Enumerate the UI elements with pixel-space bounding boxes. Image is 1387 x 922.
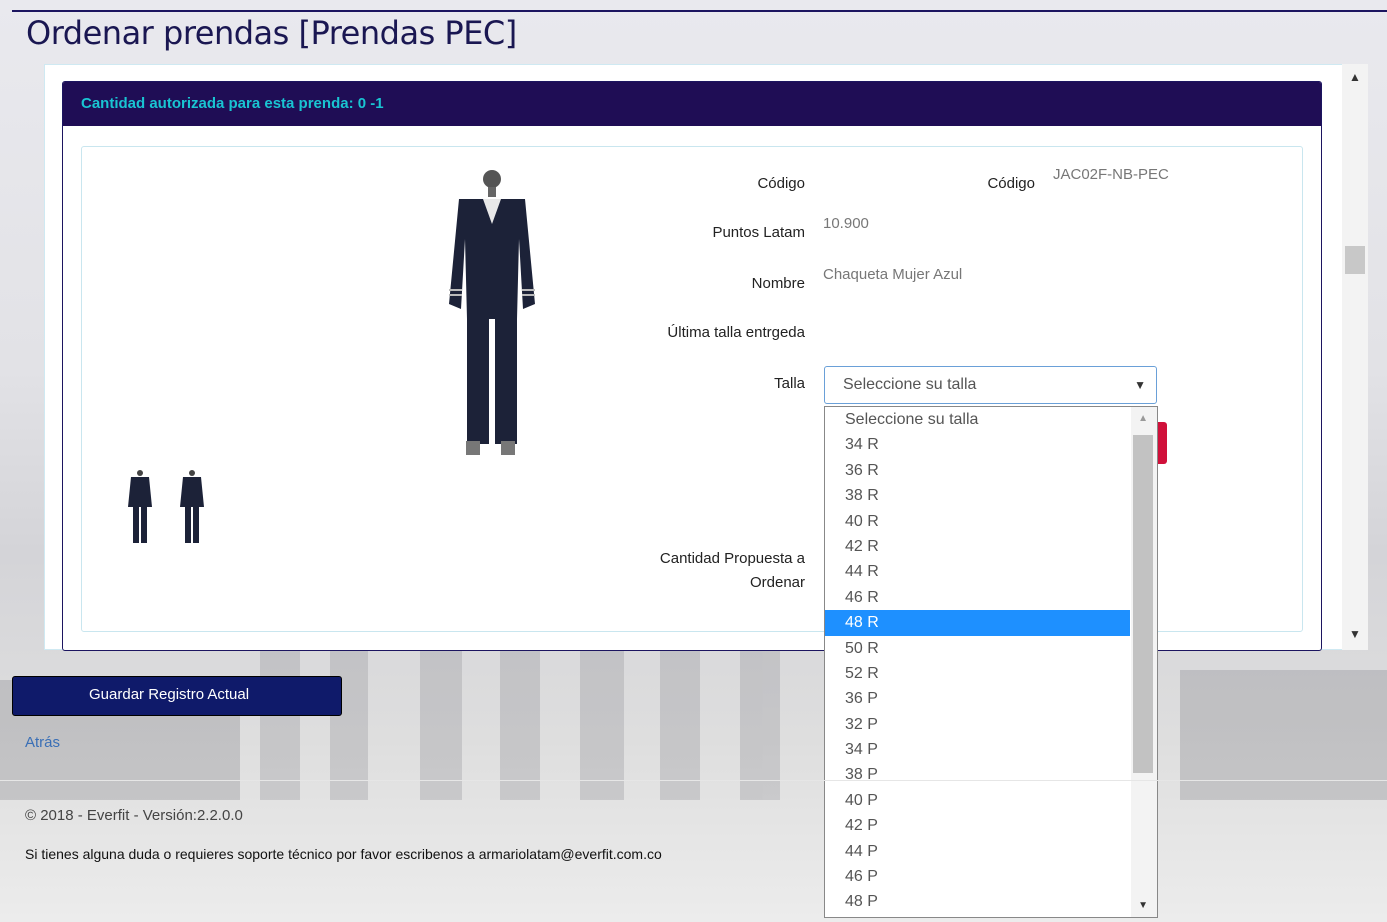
talla-option[interactable]: 34 P — [825, 737, 1130, 762]
talla-option[interactable]: 34 R — [825, 432, 1130, 457]
scroll-down-arrow-icon[interactable]: ▼ — [1349, 627, 1361, 641]
talla-option[interactable]: 32 P — [825, 712, 1130, 737]
authorized-quantity-header: Cantidad autorizada para esta prenda: 0 … — [63, 82, 1321, 126]
talla-option[interactable]: Seleccione su talla — [825, 407, 1130, 432]
talla-option[interactable]: 36 P — [825, 686, 1130, 711]
nombre-value: Chaqueta Mujer Azul — [823, 266, 963, 283]
talla-option[interactable]: 48 P — [825, 889, 1130, 914]
support-text: Si tienes alguna duda o requieres soport… — [25, 846, 662, 862]
talla-option[interactable]: 36 R — [825, 458, 1130, 483]
talla-dropdown-list[interactable]: Seleccione su talla 34 R 36 R 38 R 40 R 42 R4… — [824, 406, 1158, 918]
save-record-button[interactable]: Guardar Registro Actual — [12, 676, 342, 716]
talla-option[interactable]: 52 R — [825, 661, 1130, 686]
ultima-talla-label: Última talla entrgeda — [667, 324, 805, 341]
puntos-latam-label: Puntos Latam — [712, 224, 805, 241]
talla-option[interactable]: 42 R — [825, 534, 1130, 559]
back-link[interactable]: Atrás — [25, 734, 60, 751]
dropdown-scroll-down-icon[interactable]: ▼ — [1138, 900, 1148, 911]
top-rule — [12, 10, 1387, 12]
product-thumbnail-2[interactable] — [178, 469, 206, 547]
codigo-value: JAC02F-NB-PEC — [1053, 166, 1169, 183]
product-thumbnail-1[interactable] — [126, 469, 154, 547]
talla-option[interactable]: 40 R — [825, 509, 1130, 534]
talla-option[interactable]: 42 P — [825, 813, 1130, 838]
copyright-text: © 2018 - Everfit - Versión:2.2.0.0 — [25, 807, 243, 824]
scroll-up-arrow-icon[interactable]: ▲ — [1349, 70, 1361, 84]
puntos-latam-value: 10.900 — [823, 215, 869, 232]
talla-option[interactable]: 38 R — [825, 483, 1130, 508]
codigo-label-secondary: Código — [987, 175, 1035, 192]
dropdown-scroll-up-icon[interactable]: ▲ — [1138, 413, 1148, 424]
talla-option[interactable]: 44 R — [825, 559, 1130, 584]
talla-option[interactable]: 48 R — [825, 610, 1130, 636]
page-title: Ordenar prendas [Prendas PEC] — [26, 14, 517, 52]
product-main-image — [449, 170, 535, 455]
talla-option[interactable]: 50 R — [825, 636, 1130, 661]
talla-option[interactable]: 40 P — [825, 788, 1130, 813]
talla-select-value: Seleccione su talla — [843, 376, 977, 393]
panel-scroll-thumb[interactable] — [1345, 246, 1365, 274]
talla-option[interactable]: 46 P — [825, 864, 1130, 889]
talla-option[interactable]: 44 P — [825, 839, 1130, 864]
talla-select[interactable]: Seleccione su talla ▼ — [824, 366, 1157, 404]
dropdown-scroll-thumb[interactable] — [1133, 435, 1153, 773]
cantidad-propuesta-label: Cantidad Propuesta a — [659, 550, 805, 567]
nombre-label: Nombre — [751, 275, 805, 292]
talla-label: Talla — [774, 375, 805, 392]
cantidad-ordenar-label: Ordenar — [749, 574, 805, 591]
codigo-label: Código — [757, 175, 805, 192]
talla-option[interactable]: 38 P — [825, 762, 1130, 787]
chevron-down-icon: ▼ — [1134, 378, 1146, 392]
talla-option[interactable]: 46 R — [825, 585, 1130, 610]
footer-divider — [0, 780, 1387, 781]
talla-options: Seleccione su talla 34 R 36 R 38 R 40 R 42 R4… — [825, 407, 1157, 915]
panel-scrollbar[interactable] — [1342, 64, 1368, 650]
